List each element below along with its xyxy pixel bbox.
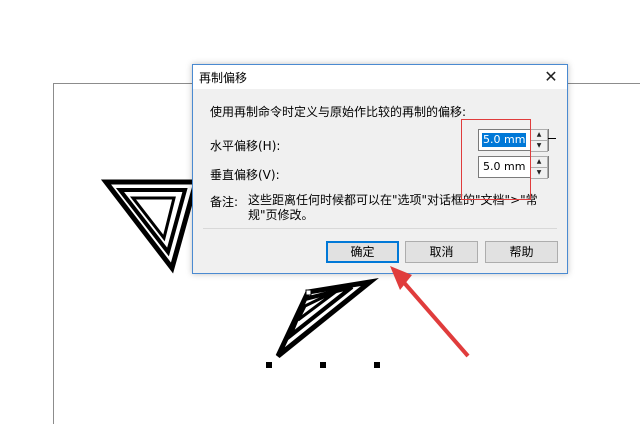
spin-down-icon[interactable]: ▼ [530,140,548,152]
close-icon[interactable]: ✕ [535,65,567,89]
vertical-offset-spinner[interactable]: ▲ ▼ [530,156,548,179]
help-button[interactable]: 帮助 [485,241,558,263]
selection-handle[interactable] [266,362,272,368]
dialog-title: 再制偏移 [199,71,248,85]
horizontal-offset-label: 水平偏移(H): [210,139,281,153]
vertical-offset-label: 垂直偏移(V): [210,168,280,182]
ok-button[interactable]: 确定 [326,241,399,263]
separator [203,228,557,229]
cancel-button[interactable]: 取消 [405,241,478,263]
dialog-titlebar[interactable]: 再制偏移 ✕ [193,65,567,89]
note-label: 备注: [210,195,239,209]
diamond-shape-small [275,278,379,358]
spin-link-line [548,138,556,139]
highlight-box [461,119,531,200]
node-marker [305,289,312,296]
spin-down-icon[interactable]: ▼ [530,167,548,179]
selection-handle[interactable] [374,362,380,368]
horizontal-offset-spinner[interactable]: ▲ ▼ [530,129,548,152]
selection-handle[interactable] [320,362,326,368]
diamond-shape-large [100,179,200,274]
dialog-description: 使用再制命令时定义与原始作比较的再制的偏移: [210,105,467,119]
